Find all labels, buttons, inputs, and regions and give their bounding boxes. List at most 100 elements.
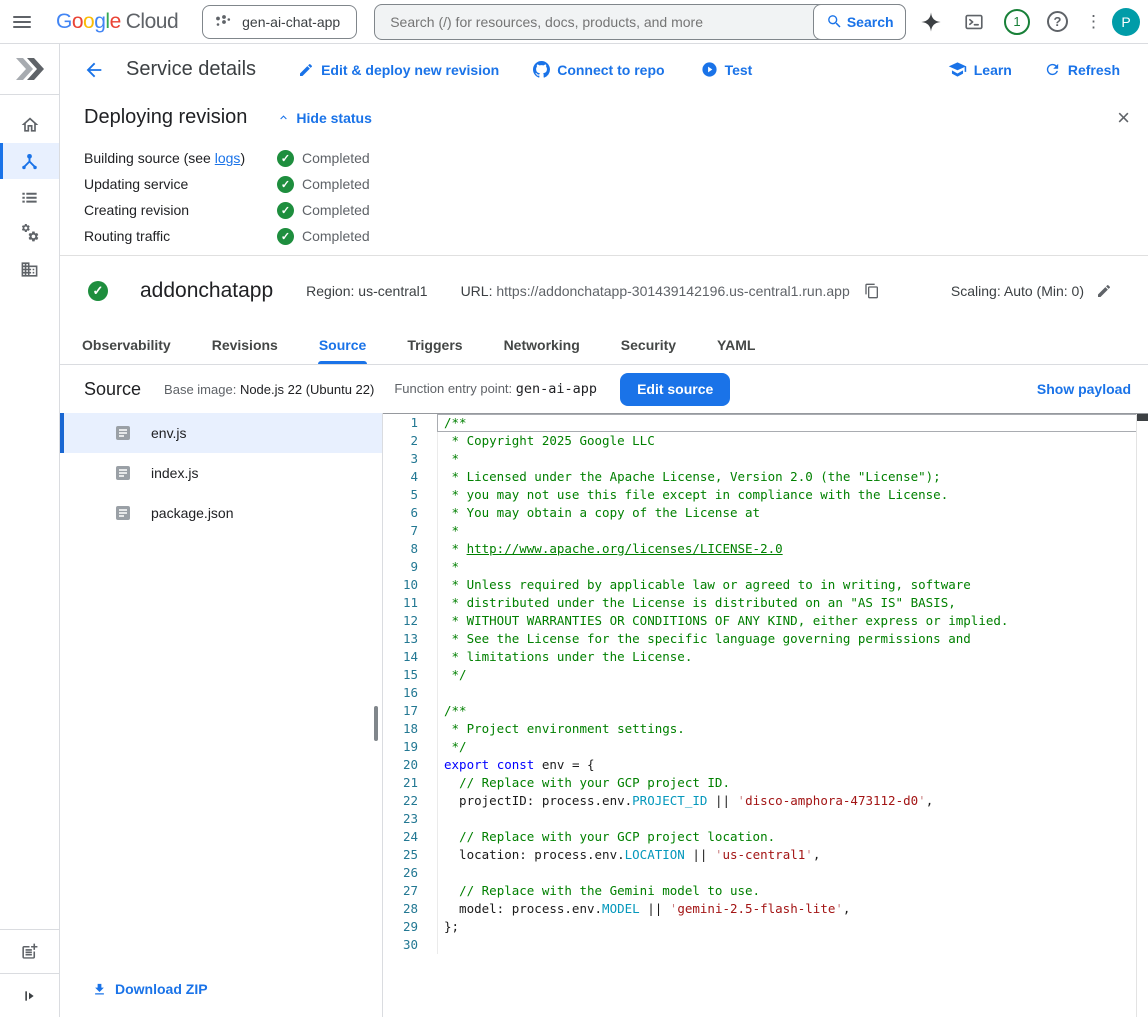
- code-line[interactable]: 11 * distributed under the License is di…: [383, 594, 1136, 612]
- top-bar-actions: 1 ? ⋮ P: [918, 8, 1140, 36]
- code-editor-lines: 1/**2 * Copyright 2025 Google LLC3 *4 * …: [383, 414, 1136, 954]
- line-number: 4: [383, 468, 437, 486]
- code-line[interactable]: 10 * Unless required by applicable law o…: [383, 576, 1136, 594]
- code-line[interactable]: 5 * you may not use this file except in …: [383, 486, 1136, 504]
- download-zip-button[interactable]: Download ZIP: [92, 981, 208, 997]
- code-line[interactable]: 7 *: [383, 522, 1136, 540]
- code-line-content: // Replace with your GCP project ID.: [437, 774, 1136, 792]
- copy-url-button[interactable]: [864, 283, 880, 299]
- edit-deploy-button[interactable]: Edit & deploy new revision: [298, 62, 499, 78]
- status-text: Completed: [302, 202, 370, 218]
- code-line-content: /**: [437, 702, 1136, 720]
- file-item-package-json[interactable]: package.json: [60, 493, 382, 533]
- code-line[interactable]: 21 // Replace with your GCP project ID.: [383, 774, 1136, 792]
- project-picker[interactable]: gen-ai-chat-app: [202, 5, 357, 39]
- code-line[interactable]: 23: [383, 810, 1136, 828]
- file-panel: env.js index.js package.json Download ZI…: [60, 413, 383, 1017]
- tab-revisions[interactable]: Revisions: [211, 325, 279, 364]
- service-name: addonchatapp: [140, 279, 273, 303]
- code-line[interactable]: 26: [383, 864, 1136, 882]
- code-line[interactable]: 19 */: [383, 738, 1136, 756]
- code-line[interactable]: 13 * See the License for the specific la…: [383, 630, 1136, 648]
- code-line-content: [437, 684, 1136, 702]
- menu-icon[interactable]: [0, 0, 44, 44]
- url-label: URL:: [461, 283, 493, 299]
- refresh-button[interactable]: Refresh: [1044, 61, 1120, 78]
- code-line[interactable]: 20export const env = {: [383, 756, 1136, 774]
- code-line[interactable]: 28 model: process.env.MODEL || 'gemini-2…: [383, 900, 1136, 918]
- deploy-status-panel: Deploying revision Hide status × Buildin…: [60, 95, 1148, 255]
- code-line[interactable]: 18 * Project environment settings.: [383, 720, 1136, 738]
- status-row-building: Building source (see logs) ✓Completed: [84, 145, 1148, 171]
- sidebar-item-organization[interactable]: [0, 251, 59, 287]
- google-cloud-logo: Google Cloud: [56, 10, 178, 34]
- code-line-content: * You may obtain a copy of the License a…: [437, 504, 1136, 522]
- tab-triggers[interactable]: Triggers: [406, 325, 463, 364]
- sidebar-item-home[interactable]: [0, 107, 59, 143]
- line-number: 25: [383, 846, 437, 864]
- edit-scaling-button[interactable]: [1096, 283, 1112, 299]
- close-icon[interactable]: ×: [1117, 107, 1130, 129]
- file-item-index-js[interactable]: index.js: [60, 453, 382, 493]
- search-input[interactable]: [375, 14, 785, 30]
- code-editor-scrollbar[interactable]: [1136, 414, 1148, 1017]
- top-bar: Google Cloud gen-ai-chat-app Search: [0, 0, 1148, 44]
- code-line[interactable]: 17/**: [383, 702, 1136, 720]
- code-line[interactable]: 9 *: [383, 558, 1136, 576]
- tab-observability[interactable]: Observability: [81, 325, 172, 364]
- logo-google-wordmark: Google: [56, 10, 121, 34]
- code-line[interactable]: 4 * Licensed under the Apache License, V…: [383, 468, 1136, 486]
- code-line[interactable]: 16: [383, 684, 1136, 702]
- release-notes-icon[interactable]: [0, 929, 59, 973]
- file-panel-scrollbar[interactable]: [374, 706, 378, 741]
- search-button[interactable]: Search: [813, 4, 906, 40]
- sidebar-item-services[interactable]: [0, 143, 59, 179]
- code-line[interactable]: 6 * You may obtain a copy of the License…: [383, 504, 1136, 522]
- file-item-env-js[interactable]: env.js: [60, 413, 382, 453]
- tab-networking[interactable]: Networking: [503, 325, 581, 364]
- code-line[interactable]: 22 projectID: process.env.PROJECT_ID || …: [383, 792, 1136, 810]
- code-line-content: location: process.env.LOCATION || 'us-ce…: [437, 846, 1136, 864]
- line-number: 27: [383, 882, 437, 900]
- cloud-shell-icon[interactable]: [961, 9, 987, 35]
- code-line[interactable]: 12 * WITHOUT WARRANTIES OR CONDITIONS OF…: [383, 612, 1136, 630]
- code-line[interactable]: 3 *: [383, 450, 1136, 468]
- test-button[interactable]: Test: [701, 61, 753, 78]
- overflow-menu-icon[interactable]: ⋮: [1085, 19, 1095, 24]
- edit-source-button[interactable]: Edit source: [620, 373, 730, 406]
- code-line[interactable]: 30: [383, 936, 1136, 954]
- sidebar-item-revisions[interactable]: [0, 179, 59, 215]
- code-line[interactable]: 15 */: [383, 666, 1136, 684]
- code-editor-scrollbar-thumb[interactable]: [1137, 414, 1148, 421]
- logs-link[interactable]: logs: [215, 150, 241, 166]
- collapse-panel-icon[interactable]: [0, 973, 59, 1017]
- tab-yaml[interactable]: YAML: [716, 325, 756, 364]
- line-number: 19: [383, 738, 437, 756]
- code-line[interactable]: 1/**: [383, 414, 1136, 432]
- code-line-content: *: [437, 522, 1136, 540]
- gemini-spark-icon[interactable]: [918, 9, 944, 35]
- service-tabs: Observability Revisions Source Triggers …: [60, 325, 1148, 365]
- sidebar-item-integrations[interactable]: [0, 215, 59, 251]
- connect-repo-button[interactable]: Connect to repo: [533, 61, 664, 78]
- code-editor[interactable]: 1/**2 * Copyright 2025 Google LLC3 *4 * …: [383, 413, 1148, 1017]
- code-line[interactable]: 25 location: process.env.LOCATION || 'us…: [383, 846, 1136, 864]
- tab-security[interactable]: Security: [620, 325, 677, 364]
- show-payload-link[interactable]: Show payload: [1037, 381, 1131, 397]
- tab-source[interactable]: Source: [318, 325, 367, 364]
- code-line-content: export const env = {: [437, 756, 1136, 774]
- learn-button[interactable]: Learn: [948, 60, 1012, 79]
- code-line[interactable]: 29};: [383, 918, 1136, 936]
- notifications-badge[interactable]: 1: [1004, 9, 1030, 35]
- code-line[interactable]: 24 // Replace with your GCP project loca…: [383, 828, 1136, 846]
- code-line[interactable]: 27 // Replace with the Gemini model to u…: [383, 882, 1136, 900]
- hide-status-toggle[interactable]: Hide status: [277, 110, 371, 126]
- code-line[interactable]: 2 * Copyright 2025 Google LLC: [383, 432, 1136, 450]
- back-arrow-icon[interactable]: [82, 58, 106, 82]
- service-ok-icon: ✓: [88, 281, 108, 301]
- code-line-content: * distributed under the License is distr…: [437, 594, 1136, 612]
- avatar[interactable]: P: [1112, 8, 1140, 36]
- code-line[interactable]: 14 * limitations under the License.: [383, 648, 1136, 666]
- code-line[interactable]: 8 * http://www.apache.org/licenses/LICEN…: [383, 540, 1136, 558]
- help-icon[interactable]: ?: [1047, 11, 1068, 32]
